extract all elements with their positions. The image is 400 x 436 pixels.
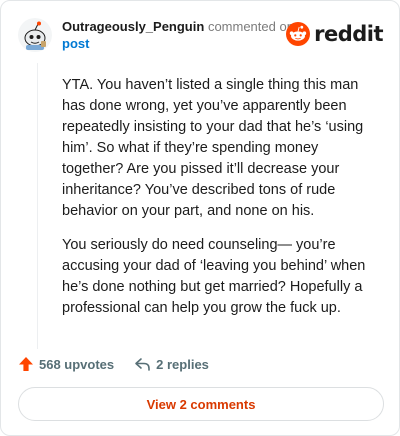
comment-paragraph: YTA. You haven’t listed a single thing t…	[62, 77, 364, 219]
view-comments-button[interactable]: View 2 comments	[18, 387, 384, 421]
commented-on-text: commented on	[207, 19, 294, 34]
reply-arrow-icon	[135, 358, 150, 371]
username-link[interactable]: Outrageously_Penguin	[62, 19, 204, 34]
upvote-arrow-icon	[19, 357, 33, 371]
upvote-button[interactable]: 568 upvotes	[18, 356, 114, 372]
comment-card: Outrageously_Penguin commented on post r…	[0, 0, 400, 436]
replies-button[interactable]: 2 replies	[134, 356, 209, 372]
comment-body: YTA. You haven’t listed a single thing t…	[62, 75, 380, 319]
comment-actions: 568 upvotes 2 replies	[18, 354, 209, 374]
thread-line	[37, 63, 38, 349]
upvote-count: 568 upvotes	[39, 356, 115, 372]
comment-meta: Outrageously_Penguin commented on post	[62, 18, 302, 52]
snoo-avatar-icon[interactable]	[17, 17, 53, 53]
brand-wordmark: reddit	[314, 22, 383, 46]
comment-header: Outrageously_Penguin commented on post r…	[17, 15, 383, 55]
reddit-brand[interactable]: reddit	[286, 21, 383, 47]
post-link[interactable]: post	[62, 36, 89, 51]
comment-paragraph: You seriously do need counseling— you’re…	[62, 237, 366, 316]
reddit-logo-icon	[286, 22, 311, 46]
replies-count: 2 replies	[156, 356, 209, 372]
